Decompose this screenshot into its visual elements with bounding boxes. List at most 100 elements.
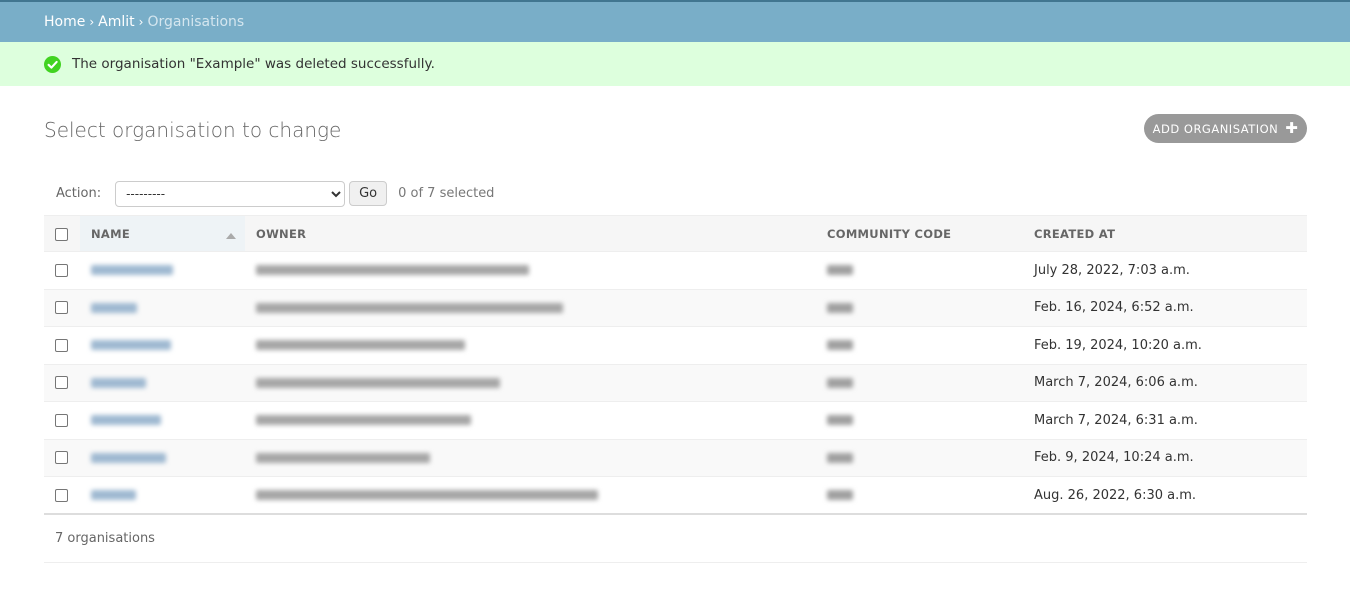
breadcrumb-app-link[interactable]: Amlit bbox=[98, 14, 134, 30]
organisation-name-link[interactable] bbox=[91, 490, 136, 500]
name-cell bbox=[80, 476, 245, 515]
table-body: July 28, 2022, 7:03 a.m. Feb. 16, 2024, 6… bbox=[44, 251, 1307, 515]
success-message: The organisation "Example" was deleted s… bbox=[0, 42, 1350, 86]
owner-cell bbox=[245, 364, 816, 402]
table-row: March 7, 2024, 6:06 a.m. bbox=[44, 364, 1307, 402]
community-code-value bbox=[827, 415, 853, 426]
row-checkbox-cell bbox=[44, 476, 80, 515]
row-checkbox-cell bbox=[44, 326, 80, 365]
column-header-owner-label: OWNER bbox=[256, 226, 307, 241]
row-checkbox-cell bbox=[44, 251, 80, 290]
created-at-cell: Aug. 26, 2022, 6:30 a.m. bbox=[1023, 476, 1307, 515]
action-select[interactable]: --------- bbox=[115, 180, 346, 207]
breadcrumb: Home › Amlit › Organisations bbox=[0, 0, 1350, 42]
table-row: Feb. 9, 2024, 10:24 a.m. bbox=[44, 439, 1307, 477]
success-message-text: The organisation "Example" was deleted s… bbox=[72, 56, 435, 72]
go-button[interactable]: Go bbox=[349, 181, 388, 206]
owner-cell bbox=[245, 401, 816, 440]
select-all-checkbox[interactable] bbox=[55, 227, 68, 241]
action-label: Action: bbox=[56, 186, 102, 201]
name-cell bbox=[80, 251, 245, 290]
created-at-value: Aug. 26, 2022, 6:30 a.m. bbox=[1034, 487, 1197, 503]
add-organisation-label: ADD ORGANISATION bbox=[1152, 121, 1279, 136]
row-checkbox[interactable] bbox=[55, 338, 68, 352]
row-checkbox-cell bbox=[44, 289, 80, 327]
name-cell bbox=[80, 289, 245, 327]
column-header-name[interactable]: NAME bbox=[80, 215, 245, 252]
owner-value bbox=[256, 302, 563, 313]
organisation-name-link[interactable] bbox=[91, 377, 146, 388]
page-title: Select organisation to change bbox=[44, 118, 342, 142]
name-cell bbox=[80, 326, 245, 365]
created-at-value: March 7, 2024, 6:31 a.m. bbox=[1034, 412, 1198, 428]
community-code-value bbox=[827, 490, 853, 500]
column-header-created-at-label: CREATED AT bbox=[1034, 226, 1116, 241]
community-code-value bbox=[827, 265, 853, 276]
column-header-name-label: NAME bbox=[91, 226, 131, 241]
organisation-name-link[interactable] bbox=[91, 452, 166, 463]
name-cell bbox=[80, 401, 245, 440]
created-at-cell: March 7, 2024, 6:31 a.m. bbox=[1023, 401, 1307, 440]
owner-cell bbox=[245, 289, 816, 327]
community-code-cell bbox=[816, 251, 1023, 290]
organisation-name-link[interactable] bbox=[91, 340, 171, 351]
community-code-cell bbox=[816, 476, 1023, 515]
row-checkbox[interactable] bbox=[55, 376, 68, 390]
table-header-row: NAME OWNER COMMUNITY CODE CREATED AT bbox=[44, 215, 1307, 252]
community-code-cell bbox=[816, 326, 1023, 365]
community-code-value bbox=[827, 452, 853, 463]
community-code-value bbox=[827, 377, 853, 388]
column-header-community-code[interactable]: COMMUNITY CODE bbox=[816, 215, 1023, 252]
breadcrumb-separator: › bbox=[138, 15, 144, 29]
row-checkbox-cell bbox=[44, 401, 80, 440]
owner-value bbox=[256, 452, 430, 463]
table-row: Feb. 16, 2024, 6:52 a.m. bbox=[44, 289, 1307, 327]
column-header-owner[interactable]: OWNER bbox=[245, 215, 816, 252]
row-checkbox[interactable] bbox=[55, 413, 68, 427]
actions-bar: Action: --------- Go 0 of 7 selected bbox=[44, 172, 1307, 215]
table-row: Aug. 26, 2022, 6:30 a.m. bbox=[44, 476, 1307, 515]
add-organisation-button[interactable]: ADD ORGANISATION ✚ bbox=[1144, 114, 1307, 143]
owner-value bbox=[256, 265, 529, 276]
table-row: July 28, 2022, 7:03 a.m. bbox=[44, 251, 1307, 290]
created-at-value: March 7, 2024, 6:06 a.m. bbox=[1034, 375, 1198, 391]
row-checkbox-cell bbox=[44, 364, 80, 402]
select-all-header bbox=[44, 215, 80, 252]
owner-cell bbox=[245, 326, 816, 365]
table-row: Feb. 19, 2024, 10:20 a.m. bbox=[44, 326, 1307, 365]
selected-count: 0 of 7 selected bbox=[398, 186, 495, 201]
organisation-name-link[interactable] bbox=[91, 415, 161, 426]
row-checkbox[interactable] bbox=[55, 488, 68, 502]
organisation-name-link[interactable] bbox=[91, 302, 137, 313]
breadcrumb-home-link[interactable]: Home bbox=[44, 14, 85, 30]
result-count: 7 organisations bbox=[55, 531, 155, 546]
plus-icon: ✚ bbox=[1285, 119, 1299, 137]
owner-value bbox=[256, 415, 471, 426]
name-cell bbox=[80, 364, 245, 402]
created-at-value: Feb. 9, 2024, 10:24 a.m. bbox=[1034, 450, 1194, 466]
table-row: March 7, 2024, 6:31 a.m. bbox=[44, 401, 1307, 440]
owner-cell bbox=[245, 476, 816, 515]
breadcrumb-separator: › bbox=[89, 15, 95, 29]
community-code-cell bbox=[816, 289, 1023, 327]
community-code-value bbox=[827, 302, 853, 313]
column-header-created-at[interactable]: CREATED AT bbox=[1023, 215, 1307, 252]
row-checkbox[interactable] bbox=[55, 301, 68, 315]
created-at-value: Feb. 16, 2024, 6:52 a.m. bbox=[1034, 300, 1194, 316]
row-checkbox[interactable] bbox=[55, 263, 68, 277]
owner-cell bbox=[245, 439, 816, 477]
paginator: 7 organisations bbox=[44, 515, 1307, 563]
created-at-cell: March 7, 2024, 6:06 a.m. bbox=[1023, 364, 1307, 402]
owner-value bbox=[256, 490, 598, 500]
organisation-name-link[interactable] bbox=[91, 265, 173, 276]
breadcrumb-current: Organisations bbox=[147, 14, 245, 30]
owner-cell bbox=[245, 251, 816, 290]
owner-value bbox=[256, 340, 465, 351]
owner-value bbox=[256, 377, 500, 388]
sort-ascending-icon[interactable] bbox=[226, 233, 236, 239]
check-circle-icon bbox=[44, 55, 61, 73]
created-at-cell: Feb. 19, 2024, 10:20 a.m. bbox=[1023, 326, 1307, 365]
created-at-cell: Feb. 9, 2024, 10:24 a.m. bbox=[1023, 439, 1307, 477]
row-checkbox[interactable] bbox=[55, 451, 68, 465]
community-code-cell bbox=[816, 401, 1023, 440]
